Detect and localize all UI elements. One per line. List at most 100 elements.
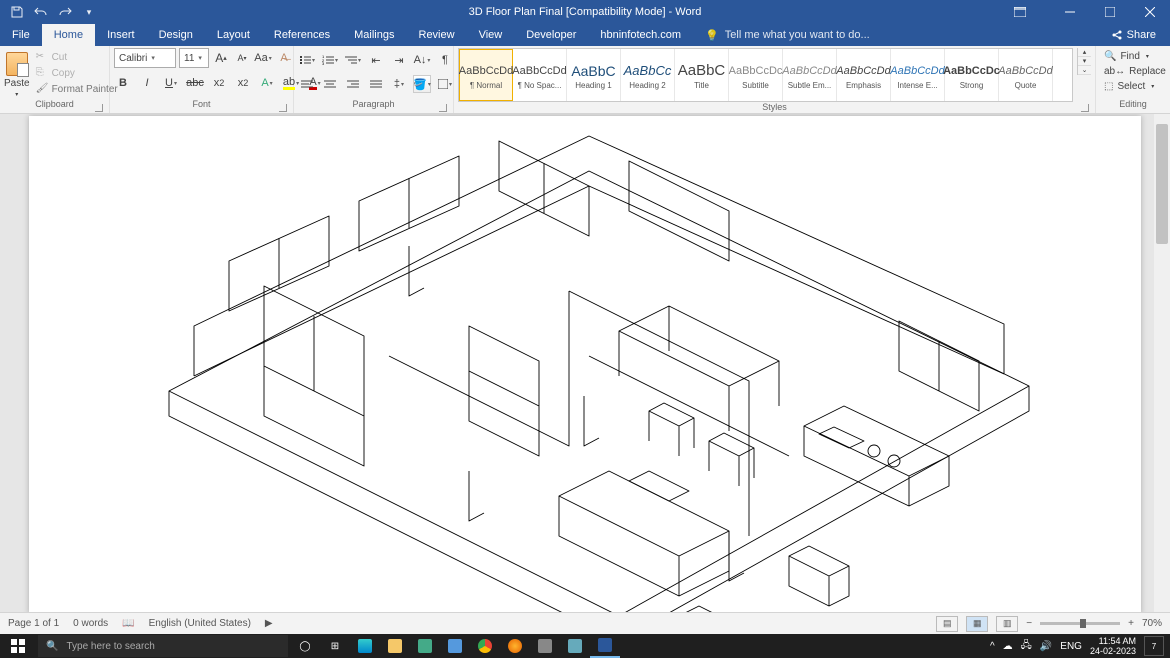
tab-file[interactable]: File: [0, 24, 42, 46]
tab-layout[interactable]: Layout: [205, 24, 262, 46]
tab-developer[interactable]: Developer: [514, 24, 588, 46]
replace-button[interactable]: ab↔Replace: [1100, 65, 1170, 78]
onedrive-icon[interactable]: ☁: [1003, 641, 1013, 652]
tell-me-search[interactable]: 💡 Tell me what you want to do...: [705, 24, 870, 46]
edge-icon[interactable]: [350, 634, 380, 658]
text-effects-button[interactable]: A: [258, 74, 276, 92]
zoom-out-button[interactable]: −: [1026, 618, 1032, 629]
format-painter-button[interactable]: 🖌Format Painter: [34, 82, 120, 96]
style-item[interactable]: AaBbCcDdSubtle Em...: [783, 49, 837, 101]
tab-references[interactable]: References: [262, 24, 342, 46]
decrease-indent-button[interactable]: ⇤: [367, 51, 385, 69]
underline-button[interactable]: U: [162, 74, 180, 92]
style-item[interactable]: AaBbCcDd¶ No Spac...: [513, 49, 567, 101]
network-icon[interactable]: 🖧: [1021, 638, 1032, 655]
cortana-icon[interactable]: ◯: [290, 634, 320, 658]
line-spacing-button[interactable]: ‡: [390, 75, 408, 93]
app-icon[interactable]: [530, 634, 560, 658]
style-item[interactable]: AaBbCTitle: [675, 49, 729, 101]
notifications-button[interactable]: 7: [1144, 636, 1164, 656]
web-layout-button[interactable]: ▥: [996, 616, 1018, 632]
bullets-button[interactable]: [298, 51, 316, 69]
font-size-combo[interactable]: 11▾: [179, 48, 209, 68]
align-left-button[interactable]: [298, 75, 316, 93]
strikethrough-button[interactable]: abc: [186, 74, 204, 92]
scrollbar-thumb[interactable]: [1156, 124, 1168, 244]
read-mode-button[interactable]: ▤: [936, 616, 958, 632]
cut-button[interactable]: ✂Cut: [34, 50, 120, 64]
gallery-up-button[interactable]: ▴: [1078, 48, 1091, 57]
style-item[interactable]: AaBbCcDcSubtitle: [729, 49, 783, 101]
language-indicator[interactable]: English (United States): [149, 618, 251, 629]
volume-icon[interactable]: 🔊: [1040, 641, 1052, 652]
qat-customize-icon[interactable]: ▾: [82, 5, 96, 19]
share-button[interactable]: Share: [1097, 24, 1170, 46]
italic-button[interactable]: I: [138, 74, 156, 92]
page-indicator[interactable]: Page 1 of 1: [8, 618, 59, 629]
borders-button[interactable]: [436, 75, 454, 93]
paragraph-dialog-launcher[interactable]: [439, 104, 447, 112]
app2-icon[interactable]: [560, 634, 590, 658]
style-item[interactable]: AaBbCcDcStrong: [945, 49, 999, 101]
superscript-button[interactable]: x2: [234, 74, 252, 92]
subscript-button[interactable]: x2: [210, 74, 228, 92]
chevron-down-icon[interactable]: ▾: [198, 54, 202, 62]
clear-formatting-button[interactable]: A̶: [275, 49, 293, 67]
vertical-scrollbar[interactable]: [1154, 114, 1170, 612]
font-name-combo[interactable]: Calibri▾: [114, 48, 176, 68]
style-item[interactable]: AaBbCHeading 1: [567, 49, 621, 101]
print-layout-button[interactable]: ▦: [966, 616, 988, 632]
find-button[interactable]: 🔍Find▾: [1100, 50, 1170, 63]
word-taskbar-icon[interactable]: [590, 634, 620, 658]
store-icon[interactable]: [410, 634, 440, 658]
undo-icon[interactable]: [34, 5, 48, 19]
styles-dialog-launcher[interactable]: [1081, 104, 1089, 112]
zoom-in-button[interactable]: +: [1128, 618, 1134, 629]
clipboard-dialog-launcher[interactable]: [95, 104, 103, 112]
chevron-down-icon[interactable]: ▾: [151, 54, 155, 62]
multilevel-list-button[interactable]: [344, 51, 362, 69]
mail-icon[interactable]: [440, 634, 470, 658]
minimize-button[interactable]: [1050, 0, 1090, 24]
tab-home[interactable]: Home: [42, 24, 95, 46]
style-item[interactable]: AaBbCcDdEmphasis: [837, 49, 891, 101]
ribbon-display-options-icon[interactable]: [1000, 0, 1040, 24]
shrink-font-button[interactable]: A▾: [233, 49, 251, 67]
taskbar-search[interactable]: 🔍 Type here to search: [38, 635, 288, 657]
gallery-down-button[interactable]: ▾: [1078, 57, 1091, 66]
align-right-button[interactable]: [344, 75, 362, 93]
increase-indent-button[interactable]: ⇥: [390, 51, 408, 69]
sort-button[interactable]: A↓: [413, 51, 431, 69]
zoom-slider-thumb[interactable]: [1080, 619, 1086, 628]
zoom-slider[interactable]: [1040, 622, 1120, 625]
style-item[interactable]: AaBbCcDdIntense E...: [891, 49, 945, 101]
align-center-button[interactable]: [321, 75, 339, 93]
style-item[interactable]: AaBbCcDdQuote: [999, 49, 1053, 101]
file-explorer-icon[interactable]: [380, 634, 410, 658]
task-view-icon[interactable]: ⊞: [320, 634, 350, 658]
tab-hbninfotech[interactable]: hbninfotech.com: [588, 24, 693, 46]
macro-icon[interactable]: ▶: [265, 618, 273, 629]
firefox-icon[interactable]: [500, 634, 530, 658]
tab-mailings[interactable]: Mailings: [342, 24, 406, 46]
tab-design[interactable]: Design: [147, 24, 205, 46]
tab-insert[interactable]: Insert: [95, 24, 147, 46]
tray-chevron-icon[interactable]: ^: [990, 641, 995, 652]
chrome-icon[interactable]: [470, 634, 500, 658]
grow-font-button[interactable]: A▴: [212, 49, 230, 67]
style-item[interactable]: AaBbCcHeading 2: [621, 49, 675, 101]
redo-icon[interactable]: [58, 5, 72, 19]
copy-button[interactable]: ⎘Copy: [34, 66, 120, 80]
paste-button[interactable]: Paste ▾: [4, 48, 30, 98]
numbering-button[interactable]: 123: [321, 51, 339, 69]
close-button[interactable]: [1130, 0, 1170, 24]
spell-check-icon[interactable]: 📖: [122, 618, 134, 629]
tab-review[interactable]: Review: [407, 24, 467, 46]
style-item[interactable]: AaBbCcDd¶ Normal: [459, 49, 513, 101]
gallery-more-button[interactable]: ⌄: [1078, 66, 1091, 75]
start-button[interactable]: [0, 634, 36, 658]
maximize-button[interactable]: [1090, 0, 1130, 24]
clock[interactable]: 11:54 AM 24-02-2023: [1090, 636, 1136, 656]
tab-view[interactable]: View: [467, 24, 515, 46]
select-button[interactable]: ⬚Select▾: [1100, 80, 1170, 93]
